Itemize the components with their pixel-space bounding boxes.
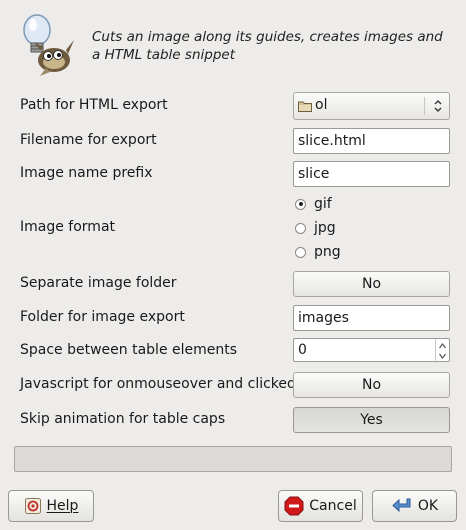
format-radio-gif[interactable]: gif	[295, 196, 332, 212]
plugin-description: Cuts an image along its guides, creates …	[92, 29, 443, 63]
skip-animation-label: Skip animation for table caps	[20, 411, 226, 427]
format-label: Image format	[20, 219, 116, 235]
dialog-header: Cuts an image along its guides, creates …	[0, 0, 466, 82]
filename-input[interactable]: slice.html	[293, 128, 450, 154]
help-button[interactable]: Help	[8, 490, 94, 522]
path-folder-combo[interactable]: ol	[293, 92, 450, 120]
radio-button[interactable]	[295, 246, 306, 258]
filename-label: Filename for export	[20, 132, 157, 148]
folder-icon	[298, 101, 312, 112]
radio-button[interactable]	[295, 222, 306, 234]
prefix-label: Image name prefix	[20, 165, 153, 181]
separate-folder-label: Separate image folder	[20, 275, 177, 291]
up-down-chevron-icon	[434, 100, 442, 112]
cancel-stop-icon	[284, 496, 304, 516]
format-option-label: gif	[314, 196, 332, 212]
help-label: Help	[46, 498, 79, 514]
format-option-label: png	[314, 244, 341, 260]
space-spinbutton[interactable]: 0	[293, 338, 450, 363]
format-radio-jpg[interactable]: jpg	[295, 220, 336, 236]
ok-label: OK	[417, 498, 439, 514]
cancel-label: Cancel	[309, 498, 357, 514]
javascript-label: Javascript for onmouseover and clicked	[20, 376, 296, 392]
combo-separator	[424, 97, 425, 115]
prefix-input[interactable]: slice	[293, 161, 450, 187]
skip-animation-toggle[interactable]: Yes	[293, 407, 450, 433]
ok-button[interactable]: OK	[372, 490, 457, 522]
gimp-wilber-lightbulb-icon	[23, 14, 74, 76]
radio-button-checked[interactable]	[295, 198, 306, 210]
format-option-label: jpg	[314, 220, 336, 236]
cancel-button[interactable]: Cancel	[278, 490, 363, 522]
javascript-toggle[interactable]: No	[293, 372, 450, 398]
path-value: ol	[315, 97, 328, 113]
progress-bar	[14, 446, 452, 472]
separate-folder-toggle[interactable]: No	[293, 271, 450, 297]
space-label: Space between table elements	[20, 342, 238, 358]
ok-return-arrow-icon	[392, 498, 411, 513]
folder-input[interactable]: images	[293, 305, 450, 331]
space-value: 0	[298, 342, 307, 358]
spin-arrows-icon[interactable]	[435, 339, 449, 363]
format-radio-png[interactable]: png	[295, 244, 341, 260]
folder-label: Folder for image export	[20, 309, 185, 325]
path-label: Path for HTML export	[20, 97, 168, 113]
help-icon	[24, 498, 41, 514]
